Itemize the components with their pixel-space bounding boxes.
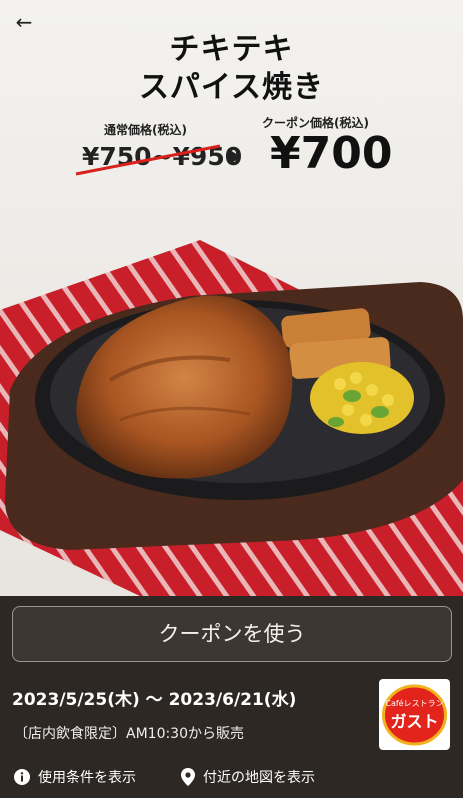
terms-link-label: 使用条件を表示 (38, 770, 136, 786)
coupon-info-panel: クーポンを使う 2023/5/25(木) 〜 2023/6/21(水) 〔店内飲… (0, 596, 463, 798)
coupon-validity-period: 2023/5/25(木) 〜 2023/6/21(水) (12, 690, 297, 710)
use-coupon-button[interactable]: クーポンを使う (12, 606, 452, 662)
chicken-steak-image (0, 240, 463, 596)
svg-text:Caféレストラン: Caféレストラン (385, 698, 443, 708)
terms-link[interactable]: 使用条件を表示 (14, 767, 136, 787)
map-link[interactable]: 付近の地図を表示 (181, 767, 315, 787)
product-title-line2: スパイス焼き (138, 70, 325, 105)
coupon-price: ¥700 (270, 128, 393, 179)
info-icon (14, 769, 30, 785)
strikethrough-line (75, 144, 221, 176)
map-pin-icon (181, 768, 195, 786)
map-link-label: 付近の地図を表示 (203, 770, 315, 786)
coupon-screen: ← チキテキ スパイス焼き 通常価格(税込) ¥750~¥950 クーポン価格(… (0, 0, 463, 798)
gusto-logo: Caféレストラン ガスト (379, 679, 450, 750)
corn (310, 362, 414, 434)
price-arrow-icon (230, 150, 241, 164)
product-photo-area: ← チキテキ スパイス焼き 通常価格(税込) ¥750~¥950 クーポン価格(… (0, 0, 463, 596)
coupon-note: 〔店内飲食限定〕AM10:30から販売 (14, 726, 245, 742)
svg-text:ガスト: ガスト (390, 712, 438, 731)
normal-price-label: 通常価格(税込) (104, 123, 187, 137)
